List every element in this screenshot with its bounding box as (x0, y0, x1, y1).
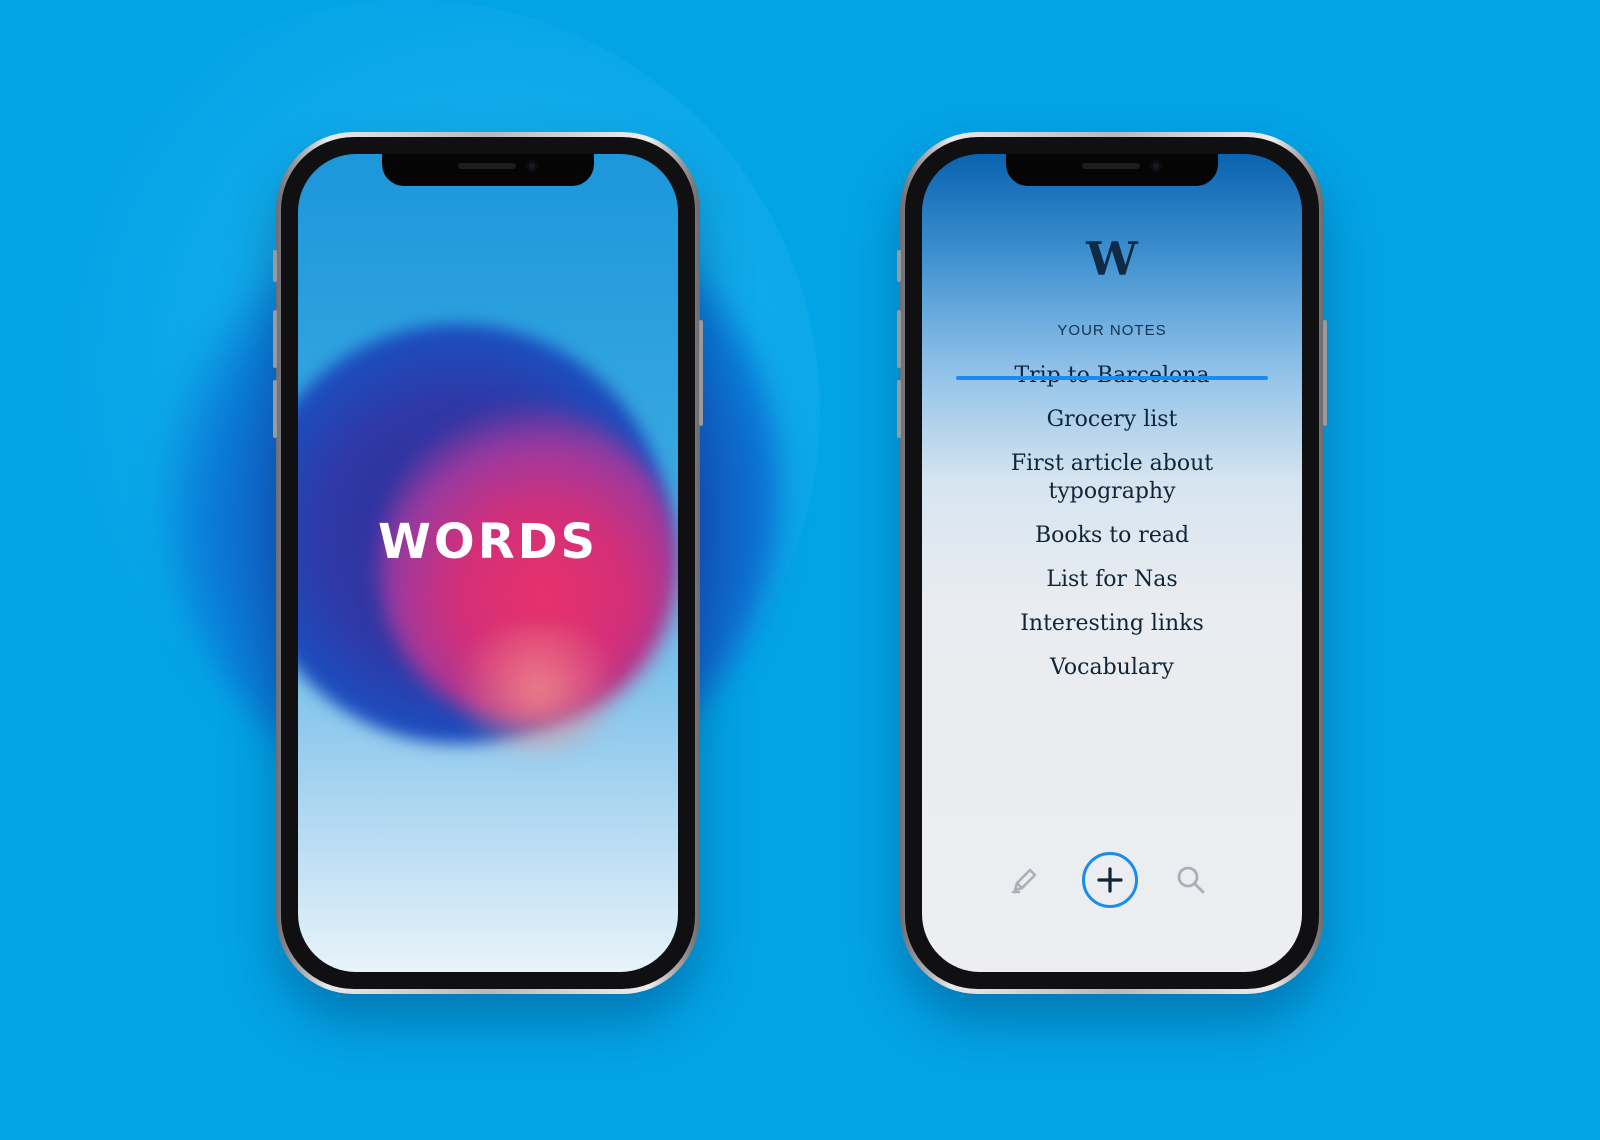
splash-blob-peach (438, 624, 638, 754)
bottom-toolbar (922, 852, 1302, 912)
note-item-books-to-read[interactable]: Books to read (962, 522, 1262, 550)
phone-notch (1006, 154, 1218, 186)
note-label: Vocabulary (1050, 655, 1174, 680)
note-item-trip-to-barcelona[interactable]: Trip to Barcelona (956, 362, 1268, 390)
edit-button[interactable] (1000, 852, 1050, 908)
speaker-grille (1082, 163, 1140, 169)
front-camera (1150, 160, 1162, 172)
note-item-vocabulary[interactable]: Vocabulary (962, 654, 1262, 682)
note-item-first-article[interactable]: First article about typography (962, 450, 1262, 506)
note-label: Interesting links (1020, 611, 1204, 636)
mute-switch (273, 250, 277, 282)
note-item-list-for-nas[interactable]: List for Nas (962, 566, 1262, 594)
notes-screen: W YOUR NOTES Trip to Barcelona Grocery l… (922, 154, 1302, 972)
pencil-icon (1011, 868, 1037, 894)
front-camera (526, 160, 538, 172)
speaker-grille (458, 163, 516, 169)
note-label: Grocery list (1046, 407, 1178, 432)
volume-down-button (897, 380, 901, 438)
completed-strikethrough (956, 376, 1268, 380)
mute-switch (897, 250, 901, 282)
note-item-grocery-list[interactable]: Grocery list (962, 406, 1262, 434)
note-label: List for Nas (1046, 567, 1178, 592)
search-button[interactable] (1166, 852, 1216, 908)
words-logo: WORDS (377, 514, 599, 570)
search-icon (1177, 866, 1205, 894)
volume-down-button (273, 380, 277, 438)
phone-notch (382, 154, 594, 186)
power-button (699, 320, 703, 426)
app-logo: W (1086, 232, 1138, 286)
power-button (1323, 320, 1327, 426)
add-note-button[interactable] (1082, 852, 1138, 908)
phone-notes: W YOUR NOTES Trip to Barcelona Grocery l… (897, 132, 1327, 994)
volume-up-button (897, 310, 901, 368)
plus-icon (1097, 867, 1123, 893)
note-item-interesting-links[interactable]: Interesting links (962, 610, 1262, 638)
note-label: Books to read (1034, 523, 1190, 548)
section-heading: YOUR NOTES (1057, 322, 1167, 339)
volume-up-button (273, 310, 277, 368)
phone-splash: WORDS (273, 132, 703, 994)
note-label: First article about typography (1010, 451, 1214, 504)
splash-screen: WORDS (298, 154, 678, 972)
notes-list: Trip to Barcelona Grocery list First art… (956, 362, 1268, 698)
